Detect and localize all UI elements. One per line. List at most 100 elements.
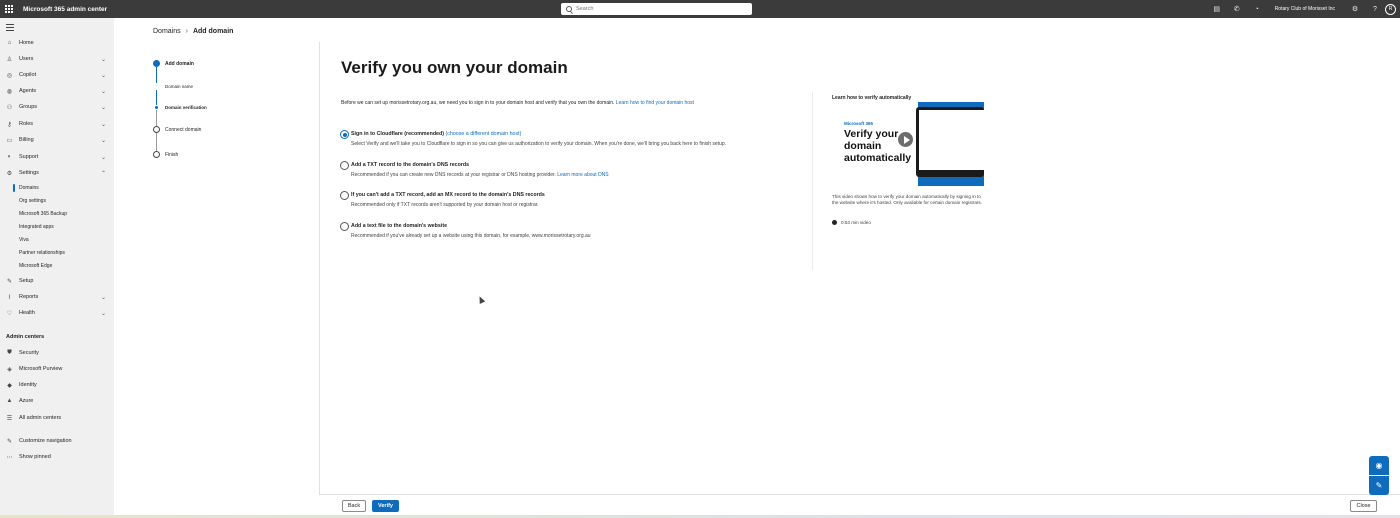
chevron-up-icon[interactable]: ⌃ xyxy=(101,170,106,177)
nav-sub-item-microsoft-edge[interactable]: Microsoft Edge xyxy=(19,261,52,271)
radio-mx-record[interactable] xyxy=(340,191,349,200)
nav-item-label: Security xyxy=(19,350,39,356)
breadcrumb: Domains › Add domain xyxy=(153,28,233,35)
nav-item-label: Home xyxy=(19,40,34,46)
phone-icon[interactable]: ✆ xyxy=(1227,0,1247,18)
nav-item-users[interactable]: ♙ Users ⌄ xyxy=(0,52,114,66)
nav-item-reports[interactable]: ⌇ Reports ⌄ xyxy=(0,290,114,304)
chevron-down-icon[interactable]: ⌄ xyxy=(101,310,106,317)
nav-item-health[interactable]: ♡ Health ⌄ xyxy=(0,306,114,320)
app-launcher-icon[interactable] xyxy=(5,4,15,14)
video-caption: This video shows how to verify your doma… xyxy=(832,194,982,205)
option-title: If you can't add a TXT record, add an MX… xyxy=(351,192,545,198)
mouse-cursor xyxy=(476,295,486,304)
chat-help-icon[interactable]: ◉ xyxy=(1369,456,1389,475)
customize-navigation[interactable]: ✎ Customize navigation xyxy=(0,434,114,448)
nav-item-home[interactable]: ⌂ Home xyxy=(0,36,114,50)
pencil-icon: ✎ xyxy=(6,438,13,445)
left-nav: ⌂ Home ♙ Users ⌄ ◎ Copilot ⌄ ◍ Agents ⌄ ⚇ Groups ⌄ ⚷ Ro… xyxy=(0,18,114,518)
wizard-stepper: Add domain Domain name Domain verificati… xyxy=(150,55,310,175)
chevron-down-icon[interactable]: ⌄ xyxy=(101,104,106,111)
feedback-icon[interactable]: ✎ xyxy=(1369,476,1389,495)
hamburger-icon[interactable] xyxy=(6,24,14,33)
laptop-illustration xyxy=(916,107,984,177)
nav-sub-item-domains[interactable]: Domains xyxy=(19,183,39,193)
step-finish: Finish xyxy=(165,152,179,158)
breadcrumb-current: Add domain xyxy=(192,28,234,35)
find-domain-host-link[interactable]: Learn how to find your domain host xyxy=(616,100,694,106)
nav-item-azure[interactable]: ▲ Azure xyxy=(0,394,114,408)
step-dot-domain-verification xyxy=(155,106,158,109)
page-title: Verify you own your domain xyxy=(341,58,568,77)
org-name[interactable]: Rotary Club of Morisset Inc xyxy=(1275,6,1335,12)
headset-icon: ◐ xyxy=(7,154,12,160)
step-line xyxy=(156,133,157,151)
nav-sub-item-org-settings[interactable]: Org settings xyxy=(19,196,46,206)
chevron-down-icon[interactable]: ⌄ xyxy=(101,154,106,161)
footer-divider xyxy=(319,494,1400,495)
option-desc: Recommended if you've already set up a w… xyxy=(351,233,591,239)
show-pinned[interactable]: ⋯ Show pinned xyxy=(0,450,114,464)
nav-item-billing[interactable]: ▭ Billing ⌄ xyxy=(0,133,114,147)
nav-sub-item-partner-relationships[interactable]: Partner relationships xyxy=(19,248,65,258)
gear-icon[interactable]: ⚙ xyxy=(1345,0,1365,18)
divider xyxy=(319,42,320,494)
verify-button[interactable]: Verify xyxy=(372,500,399,512)
close-button[interactable]: Close xyxy=(1350,500,1377,512)
nav-item-identity[interactable]: ◆ Identity xyxy=(0,378,114,392)
chart-icon: ⌇ xyxy=(8,294,11,301)
step-dot-add-domain xyxy=(153,60,160,67)
learn-dns-link[interactable]: Learn more about DNS xyxy=(557,172,608,178)
video-duration: 0:53 min video xyxy=(832,220,871,225)
search-icon xyxy=(566,6,572,12)
back-button[interactable]: Back xyxy=(342,500,366,512)
chevron-down-icon[interactable]: ⌄ xyxy=(101,294,106,301)
video-thumbnail[interactable]: Microsoft 365 Verify your domain automat… xyxy=(832,102,984,188)
bell-icon[interactable]: ◔ xyxy=(1247,0,1267,18)
breadcrumb-domains[interactable]: Domains xyxy=(153,28,181,35)
nav-item-all-admin-centers[interactable]: ☰ All admin centers xyxy=(0,411,114,425)
choose-host-link[interactable]: (choose a different domain host) xyxy=(445,131,521,137)
option-title: Add a text file to the domain's website xyxy=(351,223,448,229)
nav-item-label: All admin centers xyxy=(19,415,62,421)
radio-cloudflare[interactable] xyxy=(340,130,349,139)
purview-icon: ◈ xyxy=(7,366,12,373)
groups-icon: ⚇ xyxy=(6,104,13,111)
nav-item-roles[interactable]: ⚷ Roles ⌄ xyxy=(0,117,114,131)
search-input[interactable] xyxy=(576,6,736,12)
nav-item-security[interactable]: ⛊ Security xyxy=(0,346,114,360)
chevron-down-icon[interactable]: ⌄ xyxy=(101,88,106,95)
app-title[interactable]: Microsoft 365 admin center xyxy=(23,6,107,13)
gear-icon: ⚙ xyxy=(6,170,13,177)
help-icon[interactable]: ? xyxy=(1365,0,1385,18)
nav-item-setup[interactable]: ✎ Setup xyxy=(0,274,114,288)
avatar[interactable]: R xyxy=(1385,3,1396,15)
radio-txt-record[interactable] xyxy=(340,161,349,170)
nav-item-copilot[interactable]: ◎ Copilot ⌄ xyxy=(0,68,114,82)
nav-item-label: Show pinned xyxy=(19,454,51,460)
option-desc: Recommended if you can create new DNS re… xyxy=(351,172,609,178)
nav-sub-item-viva[interactable]: Viva xyxy=(19,235,29,245)
chevron-down-icon[interactable]: ⌄ xyxy=(101,121,106,128)
nav-sub-item-integrated-apps[interactable]: Integrated apps xyxy=(19,222,54,232)
chevron-right-icon: › xyxy=(185,28,188,35)
nav-sub-item-microsoft-365-backup[interactable]: Microsoft 365 Backup xyxy=(19,209,67,219)
key-icon: ⚷ xyxy=(7,121,12,128)
chevron-down-icon[interactable]: ⌄ xyxy=(101,72,106,79)
nav-item-label: Azure xyxy=(19,398,34,404)
search-box[interactable] xyxy=(561,3,752,15)
chevron-down-icon[interactable]: ⌄ xyxy=(101,56,106,63)
play-icon[interactable] xyxy=(897,131,914,148)
nav-item-settings[interactable]: ⚙ Settings ⌃ xyxy=(0,166,114,180)
nav-item-microsoft-purview[interactable]: ◈ Microsoft Purview xyxy=(0,362,114,376)
step-dot-connect-domain xyxy=(153,126,160,133)
document-icon[interactable]: ▤ xyxy=(1207,0,1227,18)
chevron-down-icon[interactable]: ⌄ xyxy=(101,137,106,144)
nav-item-label: Identity xyxy=(19,382,37,388)
nav-item-label: Reports xyxy=(19,294,39,300)
step-domain-verification: Domain verification xyxy=(165,105,207,110)
nav-item-groups[interactable]: ⚇ Groups ⌄ xyxy=(0,100,114,114)
nav-item-support[interactable]: ◐ Support ⌄ xyxy=(0,150,114,164)
radio-text-file[interactable] xyxy=(340,222,349,231)
nav-item-agents[interactable]: ◍ Agents ⌄ xyxy=(0,84,114,98)
